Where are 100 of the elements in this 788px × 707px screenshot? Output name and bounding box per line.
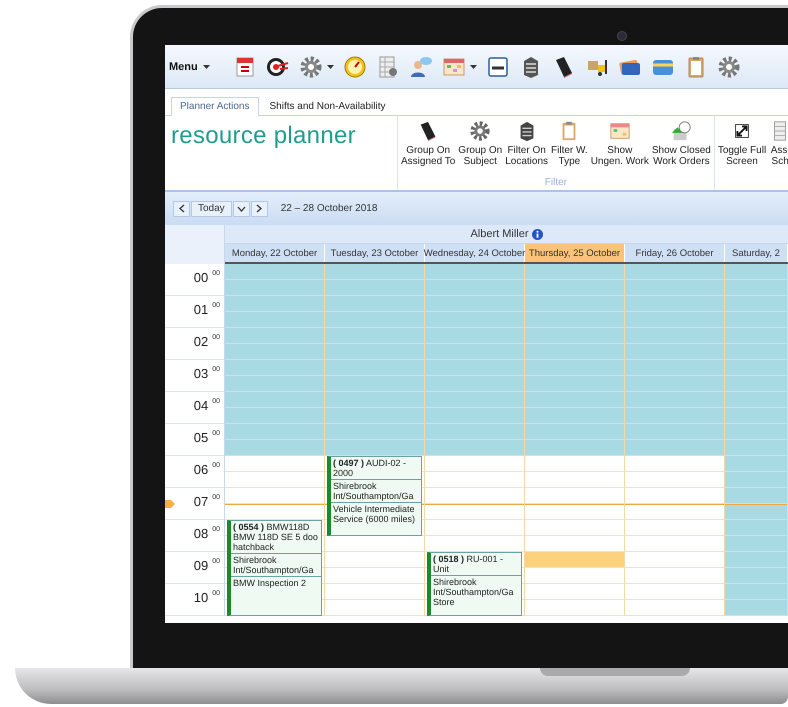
day-header[interactable]: Monday, 22 October xyxy=(225,244,325,262)
unavailable-slot[interactable] xyxy=(725,520,787,536)
unavailable-slot[interactable] xyxy=(425,392,524,408)
ribbon-button[interactable]: Show Ungen. Work xyxy=(590,120,650,177)
time-slot[interactable] xyxy=(625,504,724,520)
unavailable-slot[interactable] xyxy=(525,280,624,296)
unavailable-slot[interactable] xyxy=(225,264,324,280)
unavailable-slot[interactable] xyxy=(425,280,524,296)
unavailable-slot[interactable] xyxy=(525,424,624,440)
unavailable-slot[interactable] xyxy=(625,392,724,408)
ribbon-button[interactable]: Group On Assigned To xyxy=(400,120,456,177)
appointment-card[interactable]: ( 0518 ) RU-001 - Unit Shirebrook Int/Southampton/Ga Store xyxy=(427,552,522,616)
unavailable-slot[interactable] xyxy=(225,408,324,424)
unavailable-slot[interactable] xyxy=(325,408,424,424)
unavailable-slot[interactable] xyxy=(725,328,787,344)
unavailable-slot[interactable] xyxy=(225,296,324,312)
unavailable-slot[interactable] xyxy=(525,408,624,424)
gear-icon[interactable] xyxy=(298,54,323,78)
unavailable-slot[interactable] xyxy=(325,280,424,296)
unavailable-slot[interactable] xyxy=(625,296,724,312)
unavailable-slot[interactable] xyxy=(225,376,324,392)
person-icon[interactable] xyxy=(408,54,433,78)
unavailable-slot[interactable] xyxy=(525,328,624,344)
day-header[interactable]: Friday, 26 October xyxy=(625,244,725,262)
unavailable-slot[interactable] xyxy=(425,312,524,328)
unavailable-slot[interactable] xyxy=(725,504,787,520)
unavailable-slot[interactable] xyxy=(625,328,724,344)
ribbon-button[interactable]: Filter On Locations xyxy=(504,120,550,177)
time-slot[interactable] xyxy=(425,504,524,520)
unavailable-slot[interactable] xyxy=(325,264,424,280)
unavailable-slot[interactable] xyxy=(325,440,424,456)
unavailable-slot[interactable] xyxy=(525,392,624,408)
ribbon-tab[interactable]: Shifts and Non-Availability xyxy=(260,97,394,115)
time-slot[interactable] xyxy=(525,504,624,520)
unavailable-slot[interactable] xyxy=(325,296,424,312)
unavailable-slot[interactable] xyxy=(325,328,424,344)
unavailable-slot[interactable] xyxy=(325,376,424,392)
caret-icon[interactable] xyxy=(470,64,477,68)
unavailable-slot[interactable] xyxy=(225,360,324,376)
unavailable-slot[interactable] xyxy=(425,344,524,360)
unavailable-slot[interactable] xyxy=(525,360,624,376)
unavailable-slot[interactable] xyxy=(525,296,624,312)
unavailable-slot[interactable] xyxy=(325,424,424,440)
unavailable-slot[interactable] xyxy=(725,424,787,440)
unavailable-slot[interactable] xyxy=(525,312,624,328)
unavailable-slot[interactable] xyxy=(425,360,524,376)
unavailable-slot[interactable] xyxy=(625,312,724,328)
unavailable-slot[interactable] xyxy=(725,296,787,312)
caret-icon[interactable] xyxy=(326,64,334,68)
unavailable-slot[interactable] xyxy=(525,344,624,360)
ribbon-button[interactable]: Show Closed Work Orders xyxy=(650,120,712,177)
unavailable-slot[interactable] xyxy=(725,552,787,568)
previous-button[interactable] xyxy=(173,200,190,216)
ribbon-button[interactable]: Group On Subject xyxy=(457,120,504,177)
info-icon[interactable] xyxy=(532,228,543,240)
unavailable-slot[interactable] xyxy=(725,360,787,376)
day-header[interactable]: Saturday, 2 xyxy=(725,244,788,262)
unavailable-slot[interactable] xyxy=(425,264,524,280)
today-button[interactable]: Today xyxy=(191,200,232,216)
unavailable-slot[interactable] xyxy=(625,360,724,376)
unavailable-slot[interactable] xyxy=(225,344,324,360)
day-header[interactable]: Tuesday, 23 October xyxy=(325,244,425,262)
unavailable-slot[interactable] xyxy=(325,312,424,328)
unavailable-slot[interactable] xyxy=(725,472,787,488)
time-slot[interactable] xyxy=(225,504,324,520)
day-header[interactable]: Wednesday, 24 October xyxy=(425,244,525,262)
unavailable-slot[interactable] xyxy=(725,344,787,360)
unavailable-slot[interactable] xyxy=(725,440,787,456)
ribbon-tab[interactable]: Planner Actions xyxy=(171,97,258,116)
unavailable-slot[interactable] xyxy=(725,280,787,296)
unavailable-slot[interactable] xyxy=(725,408,787,424)
unavailable-slot[interactable] xyxy=(425,408,524,424)
unavailable-slot[interactable] xyxy=(325,360,424,376)
unavailable-slot[interactable] xyxy=(625,376,724,392)
unavailable-slot[interactable] xyxy=(525,376,624,392)
unavailable-slot[interactable] xyxy=(525,264,624,280)
dropdown-button[interactable] xyxy=(232,200,250,216)
appointment-card[interactable]: ( 0497 ) AUDI-02 - 2000 Shirebrook Int/Southampton/Ga Vehicle Intermediate Service (6000 miles) xyxy=(327,456,422,536)
unavailable-slot[interactable] xyxy=(225,392,324,408)
unavailable-slot[interactable] xyxy=(725,312,787,328)
highlighted-slot[interactable] xyxy=(525,552,624,568)
unavailable-slot[interactable] xyxy=(225,312,324,328)
appointment-card[interactable]: ( 0554 ) BMW118D BMW 118D SE 5 doo hatchback Shirebrook Int/Southampton/Ga BMW Inspection 2 xyxy=(227,520,322,616)
ribbon-button[interactable]: Filter W. Type xyxy=(550,120,589,177)
unavailable-slot[interactable] xyxy=(725,536,787,552)
unavailable-slot[interactable] xyxy=(225,440,324,456)
unavailable-slot[interactable] xyxy=(225,328,324,344)
unavailable-slot[interactable] xyxy=(725,392,787,408)
unavailable-slot[interactable] xyxy=(625,344,724,360)
unavailable-slot[interactable] xyxy=(525,440,624,456)
unavailable-slot[interactable] xyxy=(625,424,724,440)
unavailable-slot[interactable] xyxy=(725,488,787,504)
next-button[interactable] xyxy=(250,200,268,216)
unavailable-slot[interactable] xyxy=(325,392,424,408)
unavailable-slot[interactable] xyxy=(725,264,787,280)
gauge-icon[interactable] xyxy=(342,54,367,78)
unavailable-slot[interactable] xyxy=(425,424,524,440)
unavailable-slot[interactable] xyxy=(725,376,787,392)
unavailable-slot[interactable] xyxy=(325,344,424,360)
menu-button[interactable]: Menu xyxy=(169,60,210,72)
